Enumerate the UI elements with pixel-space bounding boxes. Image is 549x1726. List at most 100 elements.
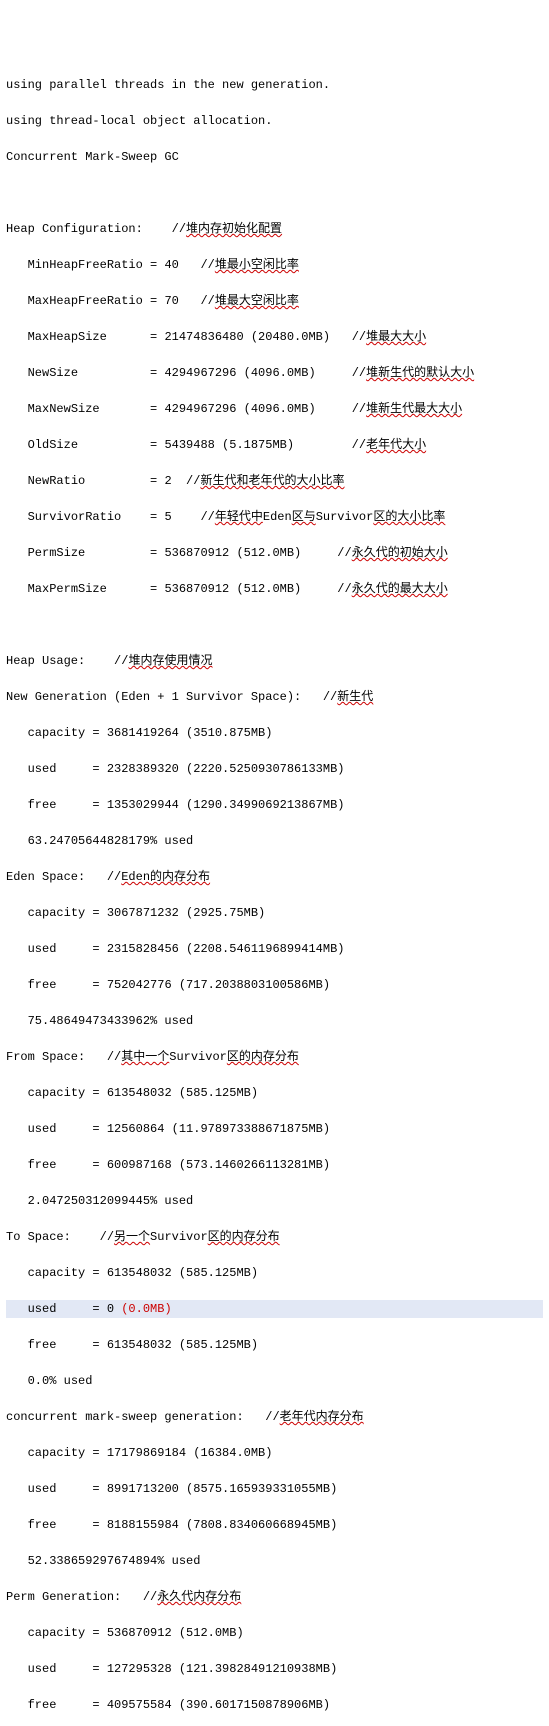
stat-val: 2315828456 (2208.5461196899414MB)	[107, 942, 345, 956]
config-key: MinHeapFreeRatio	[28, 258, 143, 272]
stat-key: used	[28, 942, 86, 956]
from-header: From Space: //其中一个Survivor区的内存分布	[6, 1048, 543, 1066]
stat-row: free = 1353029944 (1290.3499069213867MB)	[6, 796, 543, 814]
config-key: OldSize	[28, 438, 143, 452]
stat-row-highlighted: used = 0 (0.0MB)	[6, 1300, 543, 1318]
config-key: MaxNewSize	[28, 402, 143, 416]
intro-line: using parallel threads in the new genera…	[6, 76, 543, 94]
stat-row: used = 2315828456 (2208.5461196899414MB)	[6, 940, 543, 958]
pct-row: 2.047250312099445% used	[6, 1192, 543, 1210]
heap-usage-title: Heap Usage:	[6, 654, 85, 668]
eden-header: Eden Space: //Eden的内存分布	[6, 868, 543, 886]
stat-row: capacity = 3067871232 (2925.75MB)	[6, 904, 543, 922]
config-row: MaxHeapSize = 21474836480 (20480.0MB) //…	[6, 328, 543, 346]
pct-used: 63.24705644828179% used	[28, 834, 194, 848]
newgen-header: New Generation (Eden + 1 Survivor Space)…	[6, 688, 543, 706]
config-row: MaxHeapFreeRatio = 70 //堆最大空闲比率	[6, 292, 543, 310]
config-row: PermSize = 536870912 (512.0MB) //永久代的初始大…	[6, 544, 543, 562]
cms-header: concurrent mark-sweep generation: //老年代内…	[6, 1408, 543, 1426]
config-comment-cn: 堆新生代的默认大小	[366, 366, 474, 380]
stat-key: used	[28, 1302, 86, 1316]
heap-usage-comment-cn: 堆内存使用情况	[128, 654, 212, 668]
stat-key: used	[28, 1662, 86, 1676]
stat-key: capacity	[28, 1626, 86, 1640]
config-val: 4294967296 (4096.0MB)	[164, 402, 315, 416]
config-comment-cn: 堆新生代最大大小	[366, 402, 462, 416]
pct-row: 63.24705644828179% used	[6, 832, 543, 850]
stat-key: used	[28, 1122, 86, 1136]
config-val: 21474836480 (20480.0MB)	[164, 330, 330, 344]
perm-comment-cn: 永久代内存分布	[157, 1590, 241, 1604]
stat-val: 8991713200 (8575.165939331055MB)	[107, 1482, 337, 1496]
stat-val: 3067871232 (2925.75MB)	[107, 906, 265, 920]
stat-key: free	[28, 1338, 86, 1352]
config-row: NewRatio = 2 //新生代和老年代的大小比率	[6, 472, 543, 490]
stat-key: capacity	[28, 1446, 86, 1460]
stat-key: free	[28, 1158, 86, 1172]
config-val: 40	[164, 258, 178, 272]
config-comment-cn: 年轻代中	[215, 510, 263, 524]
to-label: To Space:	[6, 1230, 71, 1244]
stat-row: capacity = 3681419264 (3510.875MB)	[6, 724, 543, 742]
stat-val: 17179869184 (16384.0MB)	[107, 1446, 273, 1460]
stat-key: capacity	[28, 906, 86, 920]
eden-comment-cn: 的内存分布	[150, 870, 210, 884]
stat-row: free = 8188155984 (7808.834060668945MB)	[6, 1516, 543, 1534]
config-comment-cn: 永久代的最大大小	[352, 582, 448, 596]
blank-line	[6, 616, 543, 634]
blank-line	[6, 184, 543, 202]
stat-row: capacity = 17179869184 (16384.0MB)	[6, 1444, 543, 1462]
config-val: 536870912 (512.0MB)	[164, 582, 301, 596]
pct-used: 2.047250312099445% used	[28, 1194, 194, 1208]
stat-row: capacity = 613548032 (585.125MB)	[6, 1084, 543, 1102]
stat-val: 0	[107, 1302, 121, 1316]
stat-val: 8188155984 (7808.834060668945MB)	[107, 1518, 337, 1532]
intro-line: Concurrent Mark-Sweep GC	[6, 148, 543, 166]
stat-val: 3681419264 (3510.875MB)	[107, 726, 273, 740]
from-label: From Space:	[6, 1050, 85, 1064]
pct-row: 52.338659297674894% used	[6, 1552, 543, 1570]
config-key: MaxHeapFreeRatio	[28, 294, 143, 308]
stat-row: free = 613548032 (585.125MB)	[6, 1336, 543, 1354]
stat-val: 2328389320 (2220.5250930786133MB)	[107, 762, 345, 776]
stat-val: 536870912 (512.0MB)	[107, 1626, 244, 1640]
config-val: 5439488 (5.1875MB)	[164, 438, 294, 452]
config-row: SurvivorRatio = 5 //年轻代中Eden区与Survivor区的…	[6, 508, 543, 526]
config-val: 70	[164, 294, 178, 308]
to-header: To Space: //另一个Survivor区的内存分布	[6, 1228, 543, 1246]
stat-key: used	[28, 762, 86, 776]
config-comment-cn: 老年代大小	[366, 438, 426, 452]
config-comment-cn: 新生代和老年代的大小比率	[200, 474, 344, 488]
config-key: SurvivorRatio	[28, 510, 143, 524]
config-row: MaxNewSize = 4294967296 (4096.0MB) //堆新生…	[6, 400, 543, 418]
pct-used: 0.0% used	[28, 1374, 93, 1388]
stat-val: 613548032 (585.125MB)	[107, 1086, 258, 1100]
config-row: MinHeapFreeRatio = 40 //堆最小空闲比率	[6, 256, 543, 274]
pct-used: 52.338659297674894% used	[28, 1554, 201, 1568]
config-val: 5	[164, 510, 171, 524]
newgen-label: New Generation (Eden + 1 Survivor Space)…	[6, 690, 301, 704]
pct-row: 75.48649473433962% used	[6, 1012, 543, 1030]
config-comment-cn: 堆最大空闲比率	[215, 294, 299, 308]
config-key: NewRatio	[28, 474, 143, 488]
stat-key: capacity	[28, 1086, 86, 1100]
stat-key: used	[28, 1482, 86, 1496]
stat-key: free	[28, 798, 86, 812]
from-comment-cn: 区的内存分布	[227, 1050, 299, 1064]
stat-row: free = 752042776 (717.2038803100586MB)	[6, 976, 543, 994]
stat-val: 613548032 (585.125MB)	[107, 1266, 258, 1280]
stat-row: used = 12560864 (11.978973388671875MB)	[6, 1120, 543, 1138]
stat-row: used = 8991713200 (8575.165939331055MB)	[6, 1480, 543, 1498]
heap-config-title: Heap Configuration:	[6, 222, 143, 236]
config-row: OldSize = 5439488 (5.1875MB) //老年代大小	[6, 436, 543, 454]
stat-val: 409575584 (390.6017150878906MB)	[107, 1698, 330, 1712]
stat-row: capacity = 536870912 (512.0MB)	[6, 1624, 543, 1642]
stat-key: capacity	[28, 1266, 86, 1280]
pct-used: 75.48649473433962% used	[28, 1014, 194, 1028]
perm-label: Perm Generation:	[6, 1590, 121, 1604]
cms-label: concurrent mark-sweep generation:	[6, 1410, 244, 1424]
stat-row: free = 409575584 (390.6017150878906MB)	[6, 1696, 543, 1714]
config-key: MaxHeapSize	[28, 330, 143, 344]
stat-row: used = 127295328 (121.39828491210938MB)	[6, 1660, 543, 1678]
perm-header: Perm Generation: //永久代内存分布	[6, 1588, 543, 1606]
